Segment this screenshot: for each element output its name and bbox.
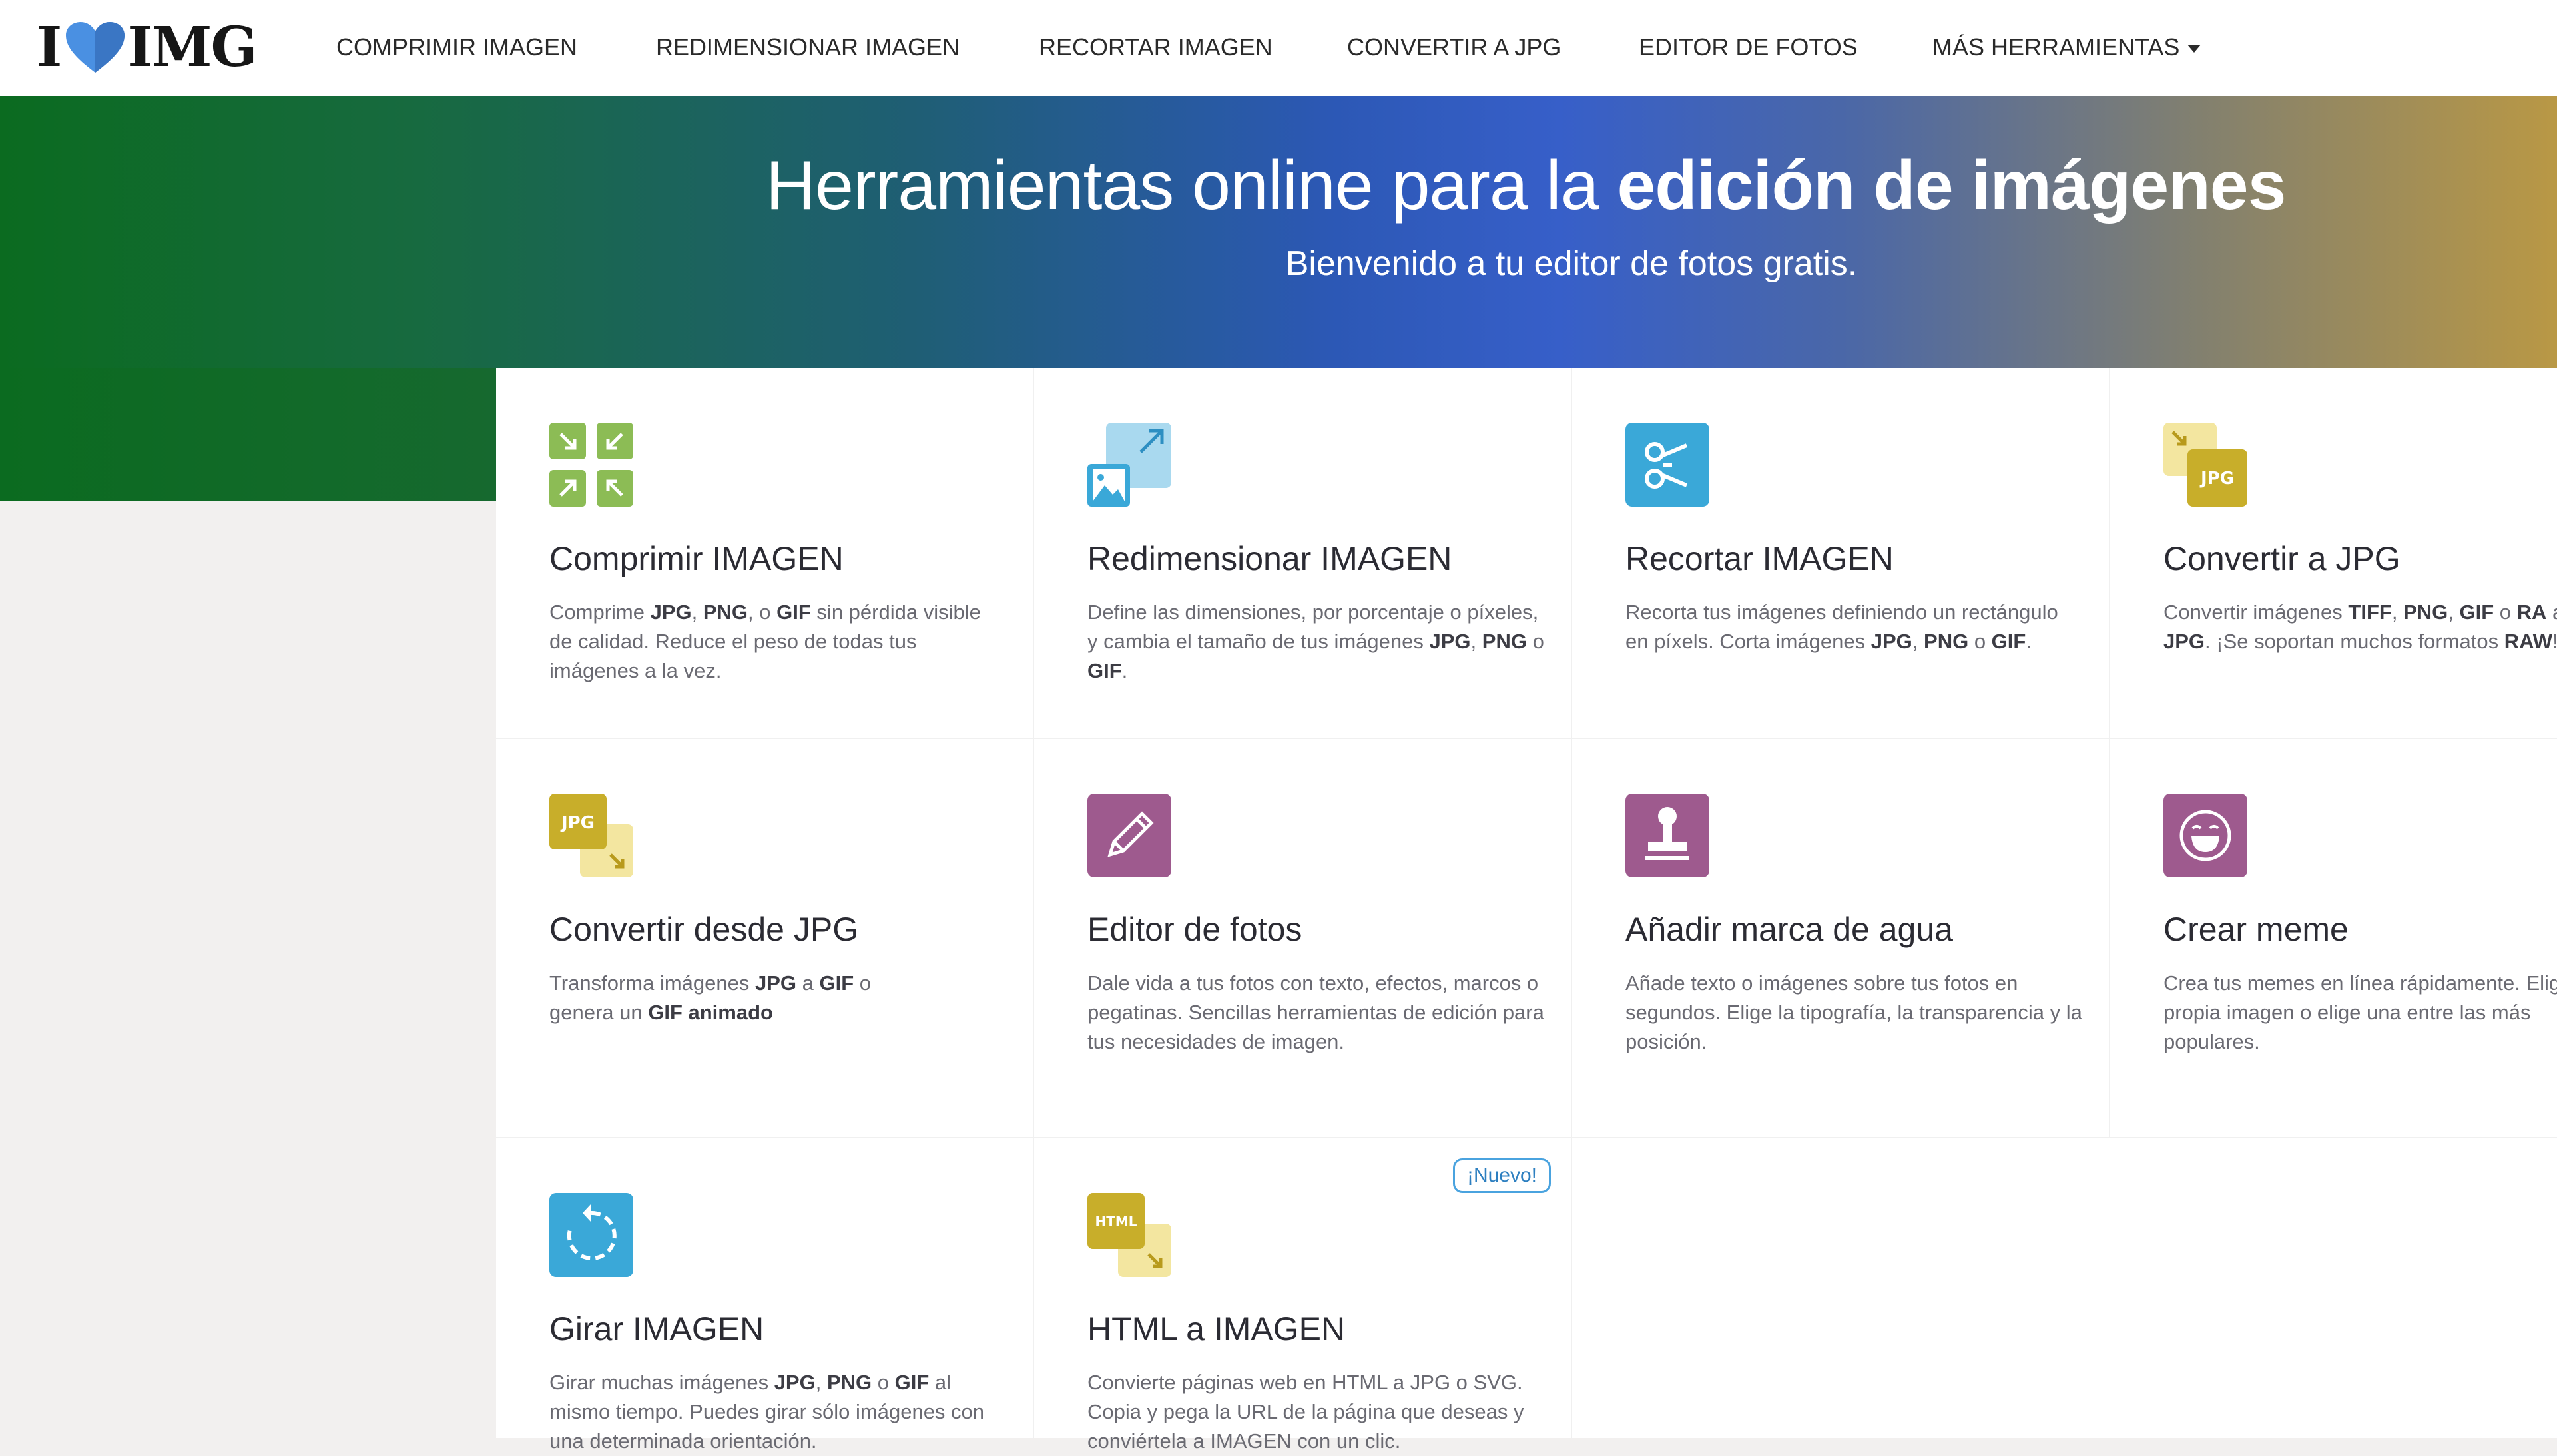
tool-card-convert-to-jpg[interactable]: JPG Convertir a JPG Convertir imágenes T… (2110, 368, 2557, 739)
nav-compress-image[interactable]: COMPRIMIR IMAGEN (336, 31, 577, 64)
stamp-icon (1625, 794, 1709, 877)
tool-title: HTML a IMAGEN (1087, 1310, 1346, 1347)
resize-icon (1087, 423, 1171, 507)
html-to-image-icon: HTML (1087, 1193, 1171, 1277)
scissors-icon (1625, 423, 1709, 507)
nav-photo-editor[interactable]: EDITOR DE FOTOS (1639, 31, 1858, 64)
tool-description: Convertir imágenes TIFF, PNG, GIF o RA a… (2163, 601, 2557, 653)
tool-description: Convierte páginas web en HTML a JPG o SV… (1087, 1371, 1524, 1453)
hero-subtitle: Bienvenido a tu editor de fotos gratis. (1285, 244, 1858, 283)
tool-description: Dale vida a tus fotos con texto, efectos… (1087, 971, 1544, 1053)
new-badge: ¡Nuevo! (1452, 1158, 1551, 1193)
tool-card-crop[interactable]: Recortar IMAGEN Recorta tus imágenes def… (1572, 368, 2110, 739)
hero-title-prefix: Herramientas online para la (766, 147, 1617, 224)
tools-grid: Comprimir IMAGEN Comprime JPG, PNG, o GI… (496, 368, 2557, 1453)
svg-text:JPG: JPG (560, 813, 595, 833)
convert-from-jpg-icon: JPG (549, 794, 633, 877)
tool-card-convert-from-jpg[interactable]: JPG Convertir desde JPG Transforma imáge… (496, 739, 1034, 1138)
hero-title: Herramientas online para la edición de i… (766, 146, 2377, 226)
tool-card-watermark[interactable]: Añadir marca de agua Añade texto o imáge… (1572, 739, 2110, 1138)
svg-text:JPG: JPG (2199, 469, 2234, 489)
tool-title: Convertir a JPG (2163, 540, 2401, 577)
tool-description: Girar muchas imágenes JPG, PNG o GIF al … (549, 1371, 985, 1453)
tool-title: Añadir marca de agua (1625, 911, 1953, 948)
laughing-face-icon (2163, 794, 2247, 877)
tool-title: Redimensionar IMAGEN (1087, 540, 1452, 577)
tool-card-meme[interactable]: Crear meme Crea tus memes en línea rápid… (2110, 739, 2557, 1138)
tool-title: Convertir desde JPG (549, 911, 859, 948)
nav-more-tools[interactable]: MÁS HERRAMIENTAS (1932, 31, 2201, 64)
top-navigation-bar: I IMG COMPRIMIR IMAGEN REDIMENSIONAR IMA… (0, 0, 2557, 97)
tool-card-compress[interactable]: Comprimir IMAGEN Comprime JPG, PNG, o GI… (496, 368, 1034, 739)
logo-text-left: I (37, 15, 62, 79)
site-logo[interactable]: I IMG (37, 15, 258, 79)
rotate-icon (549, 1193, 633, 1277)
nav-more-tools-label: MÁS HERRAMIENTAS (1932, 33, 2180, 61)
nav-crop-image[interactable]: RECORTAR IMAGEN (1039, 31, 1273, 64)
tool-title: Comprimir IMAGEN (549, 540, 844, 577)
hero-banner (0, 96, 2557, 368)
nav-convert-to-jpg[interactable]: CONVERTIR A JPG (1347, 31, 1561, 64)
tool-title: Editor de fotos (1087, 911, 1302, 948)
tool-card-rotate[interactable]: Girar IMAGEN Girar muchas imágenes JPG, … (496, 1138, 1034, 1453)
logo-text-right: IMG (127, 15, 257, 79)
tool-title: Girar IMAGEN (549, 1310, 764, 1347)
compress-icon (549, 423, 633, 507)
tool-description: Añade texto o imágenes sobre tus fotos e… (1625, 971, 2082, 1053)
tool-card-html-to-image[interactable]: ¡Nuevo! HTML HTML a IMAGEN Convierte pág… (1034, 1138, 1572, 1453)
tool-description: Transforma imágenes JPG a GIF o genera u… (549, 971, 872, 1024)
convert-to-jpg-icon: JPG (2163, 423, 2247, 507)
pencil-icon (1087, 794, 1171, 877)
tool-description: Crea tus memes en línea rápidamente. Eli… (2163, 971, 2557, 1053)
tool-description: Recorta tus imágenes definiendo un rectá… (1625, 601, 2058, 653)
tool-description: Comprime JPG, PNG, o GIF sin pérdida vis… (549, 601, 981, 682)
tool-card-photo-editor[interactable]: Editor de fotos Dale vida a tus fotos co… (1034, 739, 1572, 1138)
svg-text:HTML: HTML (1095, 1214, 1137, 1230)
tool-title: Recortar IMAGEN (1625, 540, 1894, 577)
heart-icon (66, 22, 125, 73)
tool-card-resize[interactable]: Redimensionar IMAGEN Define las dimensio… (1034, 368, 1572, 739)
tool-title: Crear meme (2163, 911, 2349, 948)
caret-down-icon (2187, 45, 2201, 53)
hero-title-bold: edición de imágenes (1617, 147, 2286, 224)
hero-green-extension (0, 368, 496, 501)
tool-description: Define las dimensiones, por porcentaje o… (1087, 601, 1544, 682)
nav-resize-image[interactable]: REDIMENSIONAR IMAGEN (656, 31, 960, 64)
